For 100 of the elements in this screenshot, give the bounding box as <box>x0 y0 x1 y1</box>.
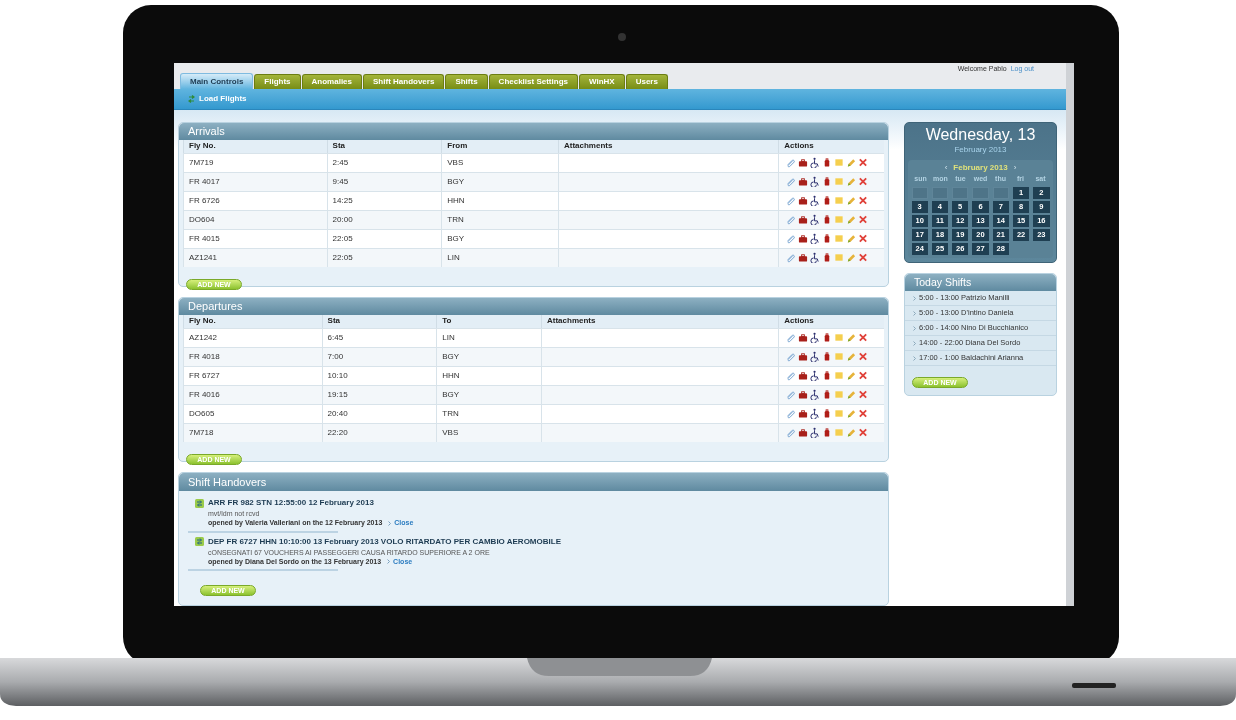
table-cell: LIN <box>436 328 541 347</box>
pencil-icon[interactable] <box>846 389 857 400</box>
table-cell: DO604 <box>183 210 327 229</box>
table-cell: FR 4016 <box>183 385 322 404</box>
table-cell: FR 4018 <box>183 347 322 366</box>
wheelchair-icon[interactable] <box>810 157 821 168</box>
table-cell: 6:45 <box>321 328 437 347</box>
briefcase-icon[interactable] <box>798 157 809 168</box>
pencil-icon[interactable] <box>846 252 857 263</box>
table-cell: 7M719 <box>183 153 327 172</box>
pencil-icon[interactable] <box>846 176 857 187</box>
table-cell: 20:40 <box>321 404 437 423</box>
briefcase-icon[interactable] <box>798 389 809 400</box>
wheelchair-icon[interactable] <box>810 332 821 343</box>
delete-icon[interactable] <box>858 195 869 206</box>
wheelchair-icon[interactable] <box>810 252 821 263</box>
table-cell: BGY <box>436 347 541 366</box>
wheelchair-icon[interactable] <box>810 389 821 400</box>
briefcase-icon[interactable] <box>798 351 809 362</box>
table-cell: HHN <box>436 366 541 385</box>
wheelchair-icon[interactable] <box>810 214 821 225</box>
wheelchair-icon[interactable] <box>810 427 821 438</box>
paperclip-icon[interactable] <box>786 427 797 438</box>
wheelchair-icon[interactable] <box>810 370 821 381</box>
delete-icon[interactable] <box>858 370 869 381</box>
paperclip-icon[interactable] <box>786 176 797 187</box>
paperclip-icon[interactable] <box>786 195 797 206</box>
delete-icon[interactable] <box>858 332 869 343</box>
table-cell: AZ1241 <box>183 248 327 267</box>
briefcase-icon[interactable] <box>798 176 809 187</box>
table-cell: HHN <box>441 191 558 210</box>
pencil-icon[interactable] <box>846 233 857 244</box>
calendar-month: February 2013 <box>953 162 1008 174</box>
paperclip-icon[interactable] <box>786 157 797 168</box>
briefcase-icon[interactable] <box>798 332 809 343</box>
panel-header: Shift Handovers <box>179 473 888 491</box>
handover-title[interactable]: ARR FR 982 STN 12:55:00 12 February 2013 <box>208 497 374 509</box>
bullet-icon <box>913 310 916 316</box>
scrollbar[interactable] <box>1066 63 1074 606</box>
table-cell: TRN <box>441 210 558 229</box>
column-header: From <box>441 139 558 153</box>
paperclip-icon[interactable] <box>786 408 797 419</box>
delete-icon[interactable] <box>858 408 869 419</box>
paperclip-icon[interactable] <box>786 351 797 362</box>
delete-icon[interactable] <box>858 157 869 168</box>
pencil-icon[interactable] <box>846 427 857 438</box>
briefcase-icon[interactable] <box>798 408 809 419</box>
table-cell: 22:20 <box>321 423 437 442</box>
briefcase-icon[interactable] <box>798 214 809 225</box>
delete-icon[interactable] <box>858 252 869 263</box>
column-header: Actions <box>778 139 884 153</box>
briefcase-icon[interactable] <box>798 252 809 263</box>
refresh-icon <box>188 95 195 103</box>
table-cell: BGY <box>441 172 558 191</box>
table-cell: 19:15 <box>321 385 437 404</box>
wheelchair-icon[interactable] <box>810 233 821 244</box>
table-cell: 10:10 <box>321 366 437 385</box>
table-cell: 9:45 <box>326 172 442 191</box>
briefcase-icon[interactable] <box>798 195 809 206</box>
paperclip-icon[interactable] <box>786 233 797 244</box>
delete-icon[interactable] <box>858 427 869 438</box>
pencil-icon[interactable] <box>846 195 857 206</box>
panel-header: Today Shifts <box>905 274 1056 291</box>
paperclip-icon[interactable] <box>786 370 797 381</box>
handover-title[interactable]: DEP FR 6727 HHN 10:10:00 13 February 2013 VOLO RITARDATO PER CAMBIO AEROMOBILE <box>208 535 561 548</box>
chevron-icon <box>388 520 392 526</box>
paperclip-icon[interactable] <box>786 332 797 343</box>
briefcase-icon[interactable] <box>798 370 809 381</box>
wheelchair-icon[interactable] <box>810 195 821 206</box>
wheelchair-icon[interactable] <box>810 408 821 419</box>
paperclip-icon[interactable] <box>786 252 797 263</box>
wheelchair-icon[interactable] <box>810 176 821 187</box>
pencil-icon[interactable] <box>846 408 857 419</box>
table-cell: AZ1242 <box>183 328 322 347</box>
table-cell: BGY <box>436 385 541 404</box>
tab[interactable]: Main Controls <box>180 73 254 89</box>
table-cell: DO605 <box>183 404 322 423</box>
column-header: Attachments <box>557 139 779 153</box>
briefcase-icon[interactable] <box>798 427 809 438</box>
table-cell: BGY <box>441 229 558 248</box>
pencil-icon[interactable] <box>846 351 857 362</box>
table-cell: 7M718 <box>183 423 322 442</box>
delete-icon[interactable] <box>858 214 869 225</box>
delete-icon[interactable] <box>858 389 869 400</box>
table-cell: FR 6726 <box>183 191 327 210</box>
pencil-icon[interactable] <box>846 157 857 168</box>
column-header: Sta <box>326 139 442 153</box>
briefcase-icon[interactable] <box>798 233 809 244</box>
delete-icon[interactable] <box>858 176 869 187</box>
table-cell: FR 6727 <box>183 366 322 385</box>
paperclip-icon[interactable] <box>786 214 797 225</box>
pencil-icon[interactable] <box>846 370 857 381</box>
paperclip-icon[interactable] <box>786 389 797 400</box>
delete-icon[interactable] <box>858 233 869 244</box>
pencil-icon[interactable] <box>846 214 857 225</box>
pencil-icon[interactable] <box>846 332 857 343</box>
wheelchair-icon[interactable] <box>810 351 821 362</box>
delete-icon[interactable] <box>858 351 869 362</box>
chevron-icon <box>387 559 391 565</box>
table-cell: 14:25 <box>326 191 442 210</box>
